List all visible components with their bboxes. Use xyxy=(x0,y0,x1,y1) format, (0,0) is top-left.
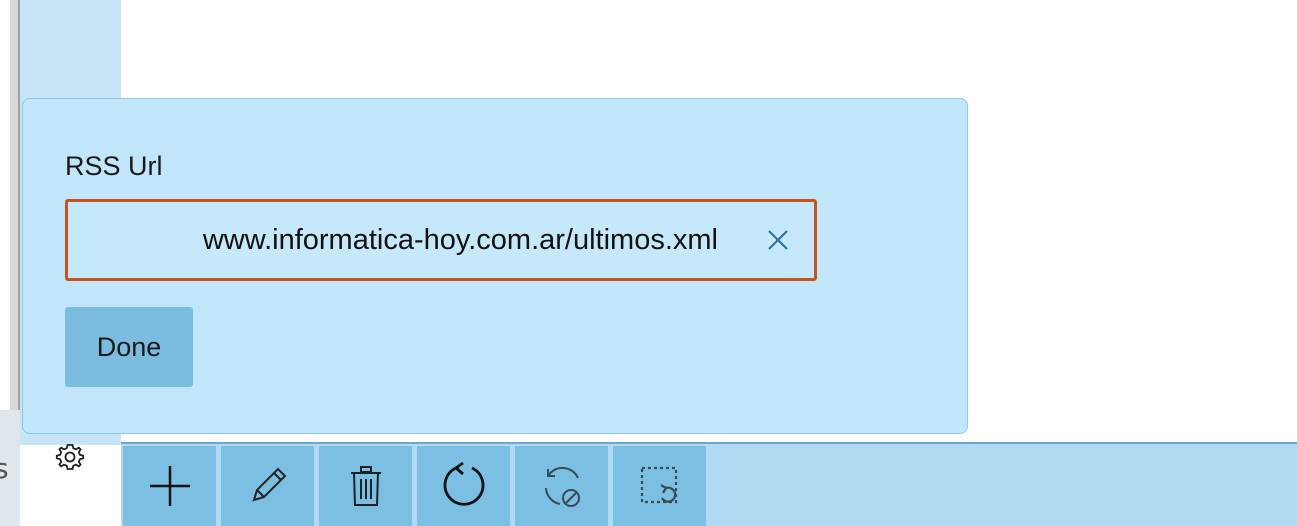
gear-icon[interactable] xyxy=(48,435,92,479)
cancel-sync-icon xyxy=(544,466,580,507)
app-window: s RSS Url www.informatica-hoy.com.ar/ult… xyxy=(0,0,1297,526)
done-button[interactable]: Done xyxy=(65,307,193,387)
edit-button[interactable] xyxy=(221,446,314,526)
refresh-button[interactable] xyxy=(417,446,510,526)
edit-icon xyxy=(252,467,286,502)
rss-url-flyout: RSS Url www.informatica-hoy.com.ar/ultim… xyxy=(22,98,968,434)
rss-url-input[interactable]: www.informatica-hoy.com.ar/ultimos.xml xyxy=(65,199,817,281)
close-icon xyxy=(768,230,788,250)
delete-button[interactable] xyxy=(319,446,412,526)
partial-text: s xyxy=(0,452,9,485)
cancel-sync-button[interactable] xyxy=(515,446,608,526)
add-button[interactable] xyxy=(123,446,216,526)
select-undo-icon xyxy=(640,466,677,504)
clear-input-button[interactable] xyxy=(760,222,796,258)
delete-icon xyxy=(350,466,381,506)
select-undo-button[interactable] xyxy=(613,446,706,526)
rss-url-label: RSS Url xyxy=(65,151,163,181)
refresh-icon xyxy=(443,461,484,506)
rss-url-value[interactable]: www.informatica-hoy.com.ar/ultimos.xml xyxy=(203,202,718,278)
add-icon xyxy=(149,466,190,506)
left-edge-border xyxy=(10,0,20,410)
